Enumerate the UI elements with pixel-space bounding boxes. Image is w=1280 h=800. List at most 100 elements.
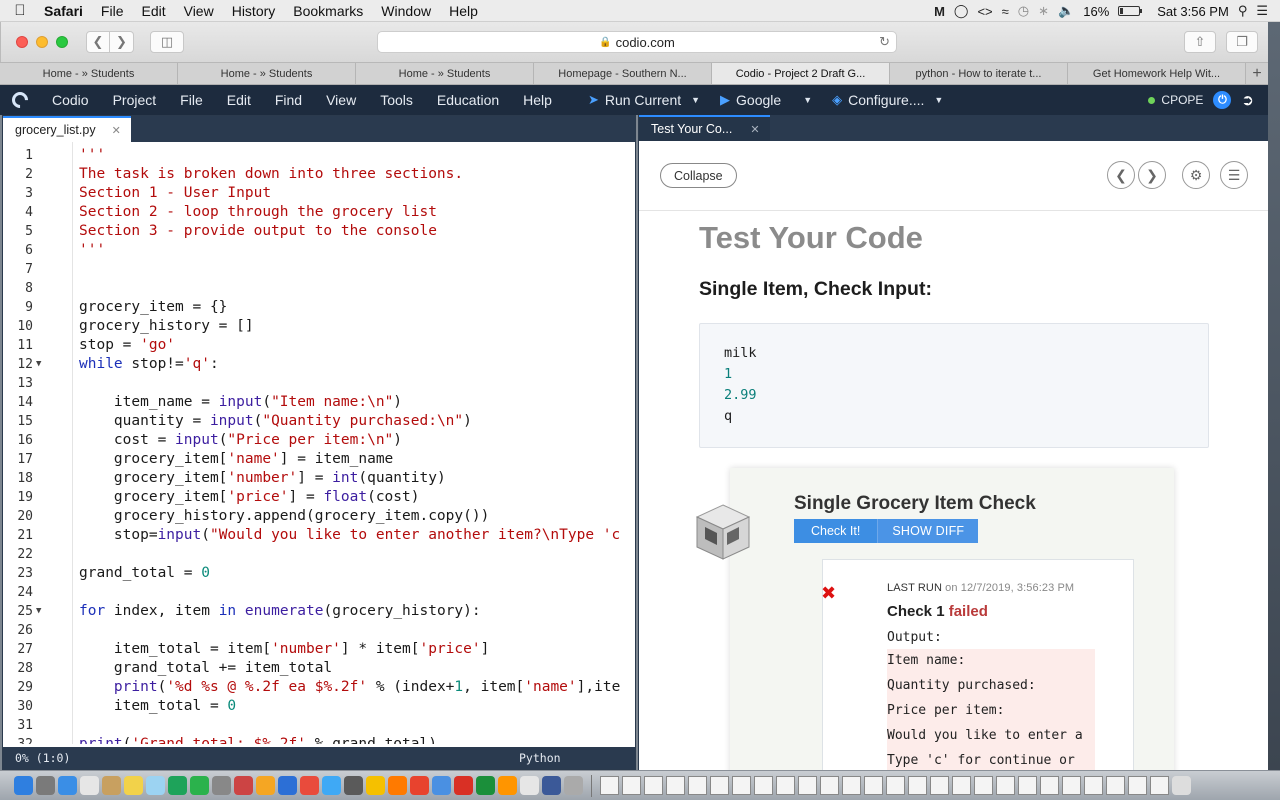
- code-line[interactable]: 2 The task is broken down into three sect…: [3, 165, 635, 184]
- codio-menu-codio[interactable]: Codio: [40, 92, 101, 108]
- code-icon[interactable]: <>: [977, 4, 992, 19]
- dock-document-icon[interactable]: [864, 776, 883, 795]
- chevron-down-icon[interactable]: ▼: [803, 95, 812, 105]
- chevron-down-icon[interactable]: ▼: [934, 95, 943, 105]
- dock-document-icon[interactable]: [820, 776, 839, 795]
- dock-app-icon[interactable]: [322, 776, 341, 795]
- browser-tab[interactable]: Home - » Students: [178, 63, 356, 84]
- dock-document-icon[interactable]: [600, 776, 619, 795]
- code-line[interactable]: 14 item_name = input("Item name:\n"): [3, 393, 635, 412]
- power-icon[interactable]: ⏻: [1213, 91, 1232, 109]
- code-line[interactable]: 3 Section 1 - User Input: [3, 184, 635, 203]
- codio-menu-edit[interactable]: Edit: [215, 92, 263, 108]
- dock-document-icon[interactable]: [1018, 776, 1037, 795]
- show-diff-button[interactable]: SHOW DIFF: [877, 519, 979, 543]
- dock-app-icon[interactable]: [432, 776, 451, 795]
- code-line[interactable]: 32 print('Grand total: $%.2f' % grand_tot…: [3, 735, 635, 744]
- dock-app-icon[interactable]: [146, 776, 165, 795]
- dock-document-icon[interactable]: [754, 776, 773, 795]
- dock-document-icon[interactable]: [1040, 776, 1059, 795]
- dock-app-icon[interactable]: [36, 776, 55, 795]
- dock-document-icon[interactable]: [1062, 776, 1081, 795]
- codio-menu-find[interactable]: Find: [263, 92, 314, 108]
- code-line[interactable]: 27 item_total = item['number'] * item['p…: [3, 640, 635, 659]
- dock-document-icon[interactable]: [1106, 776, 1125, 795]
- codio-menu-view[interactable]: View: [314, 92, 368, 108]
- dock-app-icon[interactable]: [58, 776, 77, 795]
- dock-app-icon[interactable]: [388, 776, 407, 795]
- code-line[interactable]: 23 grand_total = 0: [3, 564, 635, 583]
- code-line[interactable]: 16 cost = input("Price per item:\n"): [3, 431, 635, 450]
- browser-tab[interactable]: Homepage - Southern N...: [534, 63, 712, 84]
- apple-menu-icon[interactable]: : [0, 2, 40, 19]
- code-line[interactable]: 20 grocery_history.append(grocery_item.c…: [3, 507, 635, 526]
- menu-app-name[interactable]: Safari: [40, 3, 92, 19]
- dock-app-icon[interactable]: [476, 776, 495, 795]
- dock-document-icon[interactable]: [1150, 776, 1169, 795]
- dock-app-icon[interactable]: [102, 776, 121, 795]
- dock-app-icon[interactable]: [344, 776, 363, 795]
- dock-app-icon[interactable]: [366, 776, 385, 795]
- dock-document-icon[interactable]: [688, 776, 707, 795]
- new-tab-button[interactable]: +: [1246, 63, 1268, 84]
- code-line[interactable]: 30 item_total = 0: [3, 697, 635, 716]
- code-line[interactable]: 12 ▼ while stop!='q':: [3, 355, 635, 374]
- dock-document-icon[interactable]: [644, 776, 663, 795]
- code-line[interactable]: 10 grocery_history = []: [3, 317, 635, 336]
- dock-app-icon[interactable]: [454, 776, 473, 795]
- code-line[interactable]: 26: [3, 621, 635, 640]
- dock-document-icon[interactable]: [952, 776, 971, 795]
- logout-icon[interactable]: ➲: [1241, 91, 1254, 109]
- codio-logo-icon[interactable]: [0, 88, 40, 112]
- fold-arrow-icon[interactable]: ▼: [36, 602, 41, 621]
- dock-document-icon[interactable]: [622, 776, 641, 795]
- malwarebytes-icon[interactable]: M: [934, 4, 945, 19]
- dock-app-icon[interactable]: [80, 776, 99, 795]
- code-line[interactable]: 19 grocery_item['price'] = float(cost): [3, 488, 635, 507]
- codio-menu-help[interactable]: Help: [511, 92, 564, 108]
- dock-app-icon[interactable]: [564, 776, 583, 795]
- dock-document-icon[interactable]: [996, 776, 1015, 795]
- dock-app-icon[interactable]: [410, 776, 429, 795]
- battery-percent[interactable]: 16%: [1083, 4, 1109, 19]
- dock-app-icon[interactable]: [300, 776, 319, 795]
- dock-app-icon[interactable]: [234, 776, 253, 795]
- dock-app-icon[interactable]: [168, 776, 187, 795]
- dock-document-icon[interactable]: [1084, 776, 1103, 795]
- dock-app-icon[interactable]: [190, 776, 209, 795]
- dock-document-icon[interactable]: [776, 776, 795, 795]
- time-machine-icon[interactable]: ◷: [1018, 3, 1029, 19]
- menu-window[interactable]: Window: [372, 3, 440, 19]
- code-line[interactable]: 4 Section 2 - loop through the grocery li…: [3, 203, 635, 222]
- code-line[interactable]: 15 quantity = input("Quantity purchased:…: [3, 412, 635, 431]
- back-button[interactable]: ❮: [86, 31, 110, 53]
- dock-app-icon[interactable]: [278, 776, 297, 795]
- code-line[interactable]: 8: [3, 279, 635, 298]
- dock-app-icon[interactable]: [520, 776, 539, 795]
- code-line[interactable]: 6 ''': [3, 241, 635, 260]
- browser-tab[interactable]: Get Homework Help Wit...: [1068, 63, 1246, 84]
- menu-file[interactable]: File: [92, 3, 133, 19]
- code-line[interactable]: 31: [3, 716, 635, 735]
- code-line[interactable]: 7: [3, 260, 635, 279]
- wifi-icon[interactable]: ≈: [1002, 4, 1009, 19]
- menu-bookmarks[interactable]: Bookmarks: [284, 3, 372, 19]
- clock[interactable]: Sat 3:56 PM: [1157, 4, 1229, 19]
- dock-document-icon[interactable]: [666, 776, 685, 795]
- menu-button[interactable]: ☰: [1220, 161, 1248, 189]
- address-bar[interactable]: 🔒 codio.com ↻: [377, 31, 897, 53]
- menu-edit[interactable]: Edit: [132, 3, 174, 19]
- codio-menu-file[interactable]: File: [168, 92, 215, 108]
- browser-tab-active[interactable]: Codio - Project 2 Draft G...: [712, 63, 890, 84]
- notification-center-icon[interactable]: ☰: [1256, 3, 1268, 19]
- prev-page-button[interactable]: ❮: [1107, 161, 1135, 189]
- code-line[interactable]: 28 grand_total += item_total: [3, 659, 635, 678]
- settings-button[interactable]: ⚙: [1182, 161, 1210, 189]
- codio-menu-project[interactable]: Project: [101, 92, 169, 108]
- trash-icon[interactable]: [1172, 776, 1191, 795]
- dock-app-icon[interactable]: [212, 776, 231, 795]
- spotlight-icon[interactable]: ⚲: [1238, 3, 1248, 19]
- reload-icon[interactable]: ↻: [879, 34, 890, 50]
- codio-menu-tools[interactable]: Tools: [368, 92, 425, 108]
- minimize-window-button[interactable]: [36, 36, 48, 48]
